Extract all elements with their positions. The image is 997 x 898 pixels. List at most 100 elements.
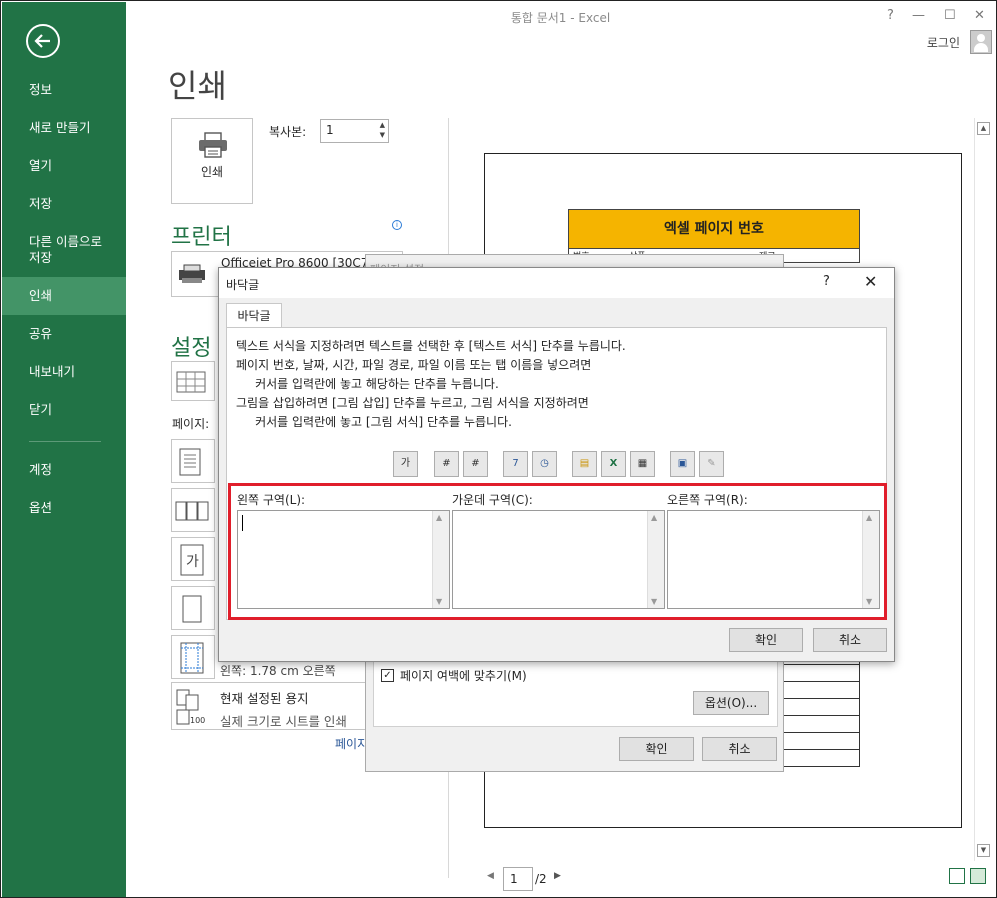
nav-save[interactable]: 저장 <box>2 185 126 223</box>
left-section-label: 왼쪽 구역(L): <box>237 493 306 507</box>
insert-page-count-button[interactable]: # <box>463 451 488 477</box>
center-section-label: 가운데 구역(C): <box>452 493 533 507</box>
maximize-button[interactable]: ☐ <box>944 8 956 23</box>
dialog-close-button[interactable]: ✕ <box>864 272 877 291</box>
nav-print[interactable]: 인쇄 <box>2 277 126 315</box>
page-setup-cancel-button[interactable]: 취소 <box>702 737 777 761</box>
right-section-scrollbar[interactable]: ▲ ▼ <box>862 511 879 608</box>
scroll-down-icon[interactable]: ▼ <box>977 844 990 857</box>
login-link[interactable]: 로그인 <box>927 34 960 51</box>
info-icon[interactable]: i <box>392 220 402 230</box>
scroll-down-icon[interactable]: ▼ <box>866 597 872 606</box>
right-section-input[interactable]: ▲ ▼ <box>667 510 880 609</box>
margins-icon <box>180 642 204 674</box>
insert-date-button[interactable]: 7 <box>503 451 528 477</box>
page-title: 인쇄 <box>168 67 227 105</box>
scroll-up-icon[interactable]: ▲ <box>977 122 990 135</box>
margin-info: 왼쪽: 1.78 cm 오른쪽 <box>220 664 336 678</box>
next-page-icon[interactable]: ▶ <box>554 871 561 881</box>
tab-footer[interactable]: 바닥글 <box>226 303 282 328</box>
scroll-up-icon[interactable]: ▲ <box>651 513 657 522</box>
footer-dialog: 바닥글 ? ✕ 바닥글 텍스트 서식을 지정하려면 텍스트를 선택한 후 [텍스… <box>218 267 895 662</box>
scroll-down-icon[interactable]: ▼ <box>651 597 657 606</box>
right-section-label: 오른쪽 구역(R): <box>667 493 748 507</box>
preview-sheet-title: 엑셀 페이지 번호 <box>568 209 860 249</box>
prev-page-icon[interactable]: ◀ <box>487 871 494 881</box>
minimize-button[interactable]: — <box>912 8 925 23</box>
paper-icon <box>182 595 202 623</box>
collated-setting[interactable] <box>171 488 215 532</box>
spin-down-icon[interactable]: ▼ <box>380 131 385 139</box>
backstage-sidebar: 정보 새로 만들기 열기 저장 다른 이름으로 저장 인쇄 공유 내보내기 닫기… <box>2 2 126 897</box>
left-section-scrollbar[interactable]: ▲ ▼ <box>432 511 449 608</box>
insert-file-name-button[interactable]: X <box>601 451 626 477</box>
preview-table-row <box>780 750 860 767</box>
nav-share[interactable]: 공유 <box>2 315 126 353</box>
close-button[interactable]: ✕ <box>974 8 985 23</box>
orientation-setting[interactable]: 가 <box>171 537 215 581</box>
print-active-sheets-setting[interactable] <box>171 361 215 401</box>
footer-ok-button[interactable]: 확인 <box>729 628 803 652</box>
scroll-up-icon[interactable]: ▲ <box>866 513 872 522</box>
insert-time-button[interactable]: ◷ <box>532 451 557 477</box>
page-setup-ok-button[interactable]: 확인 <box>619 737 694 761</box>
printer-device-icon <box>179 264 205 283</box>
nav-new[interactable]: 새로 만들기 <box>2 109 126 147</box>
left-section-input[interactable]: ▲ ▼ <box>237 510 450 609</box>
copies-input[interactable]: 1 ▲ ▼ <box>320 119 389 143</box>
margins-setting[interactable] <box>171 635 215 679</box>
spin-up-icon[interactable]: ▲ <box>380 121 385 129</box>
insert-page-number-button[interactable]: # <box>434 451 459 477</box>
footer-dialog-titlebar: 바닥글 ? ✕ <box>219 268 894 298</box>
insert-file-path-button[interactable]: ▤ <box>572 451 597 477</box>
insert-sheet-name-button[interactable]: ▦ <box>630 451 655 477</box>
format-text-button[interactable]: 가 <box>393 451 418 477</box>
nav-separator <box>29 441 101 442</box>
scaling-icon: 100 <box>176 689 205 725</box>
scroll-up-icon[interactable]: ▲ <box>436 513 442 522</box>
preview-table-row <box>780 682 860 699</box>
preview-scrollbar[interactable]: ▲ ▼ <box>974 118 991 861</box>
insert-picture-button[interactable]: ▣ <box>670 451 695 477</box>
pages-label: 페이지: <box>172 417 210 431</box>
excel-window: 정보 새로 만들기 열기 저장 다른 이름으로 저장 인쇄 공유 내보내기 닫기… <box>0 0 997 898</box>
nav-account[interactable]: 계정 <box>2 451 126 489</box>
preview-table-row <box>780 699 860 716</box>
avatar-icon[interactable] <box>970 30 992 54</box>
document-pages-icon <box>179 448 201 476</box>
nav-info[interactable]: 정보 <box>2 71 126 109</box>
format-picture-button[interactable]: ✎ <box>699 451 724 477</box>
center-section-scrollbar[interactable]: ▲ ▼ <box>647 511 664 608</box>
printer-heading: 프린터 <box>171 225 232 250</box>
footer-cancel-button[interactable]: 취소 <box>813 628 887 652</box>
nav-save-as[interactable]: 다른 이름으로 저장 <box>2 232 126 272</box>
nav-options[interactable]: 옵션 <box>2 489 126 527</box>
print-button[interactable]: 인쇄 <box>171 118 253 204</box>
nav-open[interactable]: 열기 <box>2 147 126 185</box>
back-button[interactable] <box>26 24 60 58</box>
page-setup-options-button[interactable]: 옵션(O)... <box>693 691 769 715</box>
copies-label: 복사본: <box>269 125 307 139</box>
nav-export[interactable]: 내보내기 <box>2 353 126 391</box>
show-margins-icon[interactable] <box>949 868 965 884</box>
window-title: 통합 문서1 - Excel <box>510 11 611 25</box>
nav-close[interactable]: 닫기 <box>2 391 126 429</box>
footer-panel: 텍스트 서식을 지정하려면 텍스트를 선택한 후 [텍스트 서식] 단추를 누릅… <box>226 327 887 620</box>
svg-text:가: 가 <box>186 554 199 570</box>
center-section-input[interactable]: ▲ ▼ <box>452 510 665 609</box>
page-number-input[interactable]: 1 <box>503 867 533 891</box>
dialog-help-button[interactable]: ? <box>823 274 830 289</box>
scroll-down-icon[interactable]: ▼ <box>436 597 442 606</box>
back-arrow-icon <box>34 34 50 48</box>
fit-margins-checkbox[interactable]: ✓ <box>381 669 394 682</box>
collate-setting[interactable] <box>171 439 215 483</box>
scaling-setting[interactable]: 100 현재 설정된 용지 실제 크기로 시트를 인쇄 <box>171 682 371 730</box>
settings-heading: 설정 <box>171 336 212 361</box>
preview-table-row <box>780 665 860 682</box>
help-button[interactable]: ? <box>887 8 894 23</box>
paper-size-setting[interactable] <box>171 586 215 630</box>
zoom-to-page-icon[interactable] <box>970 868 986 884</box>
collated-pages-icon <box>175 501 209 521</box>
svg-text:100: 100 <box>190 716 205 725</box>
page-setup-link[interactable]: 페이지 <box>335 735 368 752</box>
